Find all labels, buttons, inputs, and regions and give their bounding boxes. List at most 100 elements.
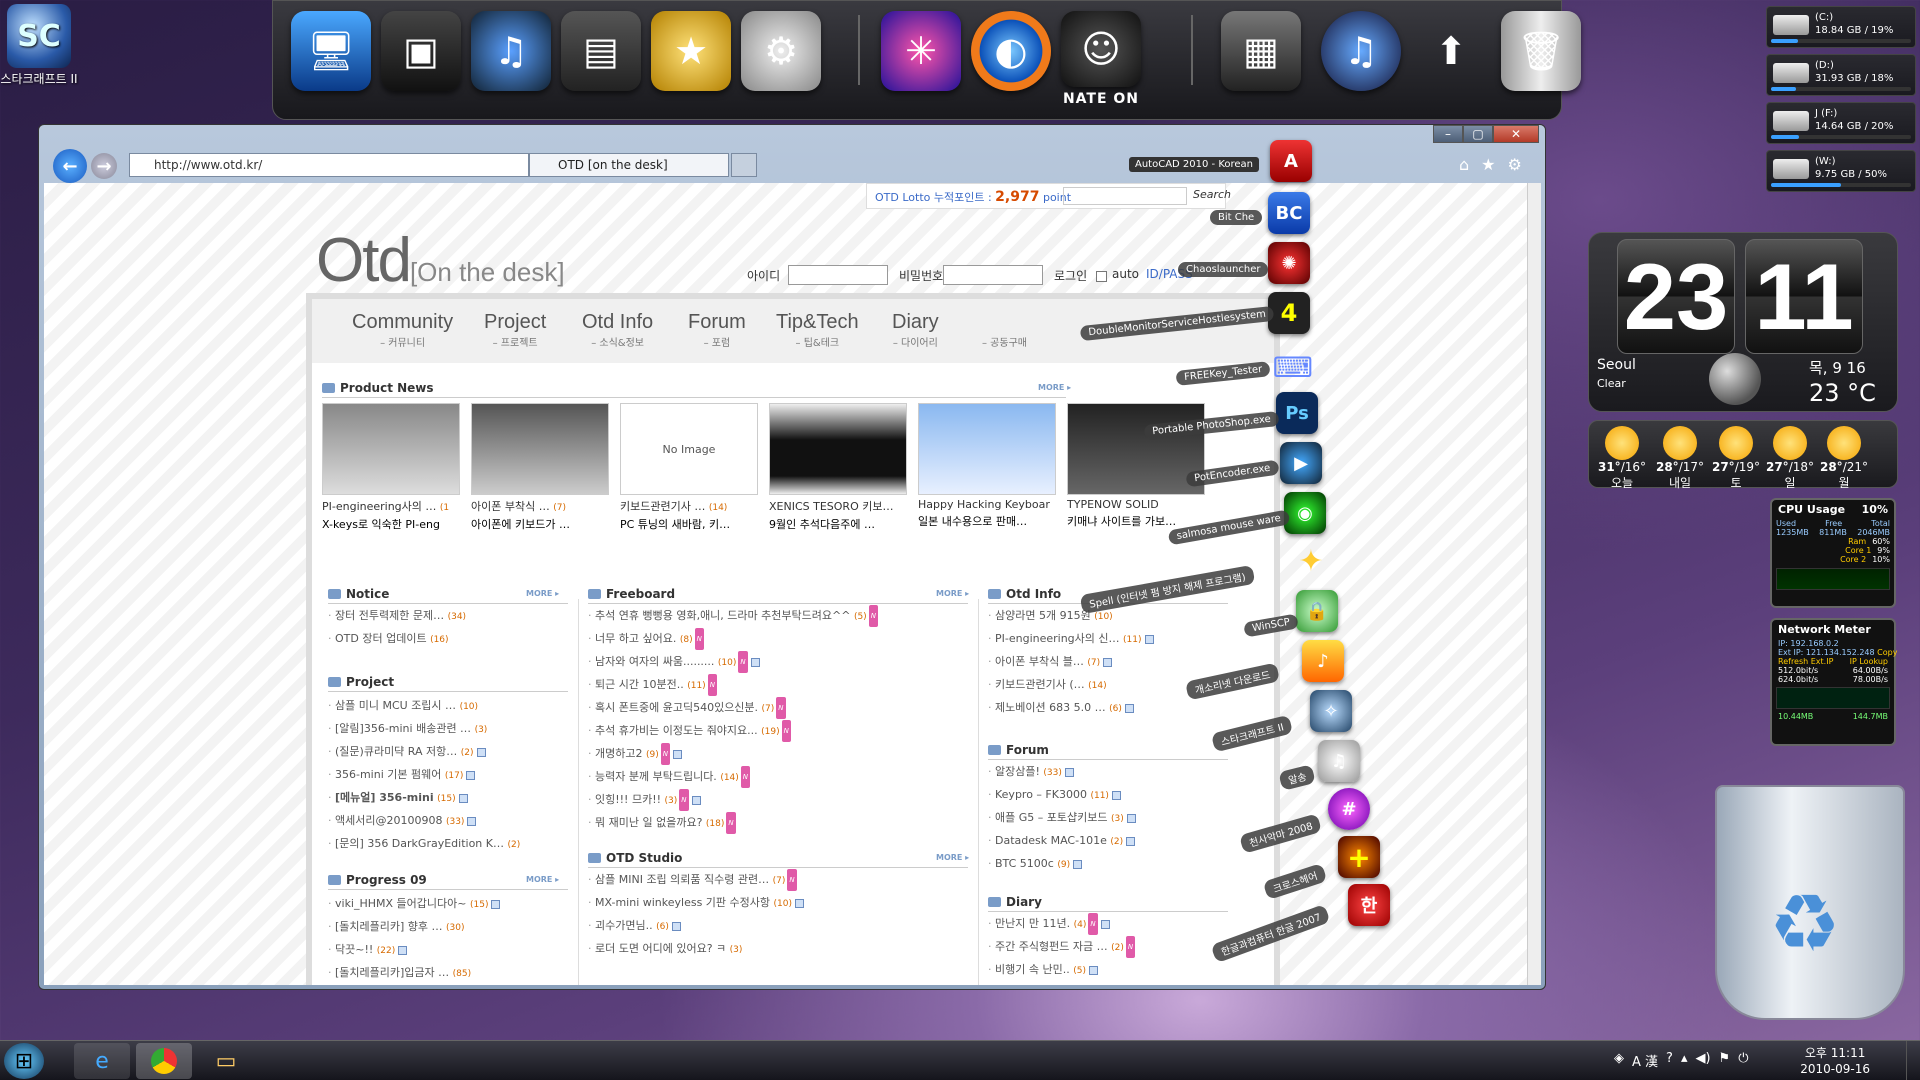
menu-forum[interactable]: Forum – 포럼 — [688, 311, 746, 349]
menu-tip-tech[interactable]: Tip&Tech – 팁&테크 — [776, 311, 859, 349]
list-item[interactable]: PI-engineering사의 신… (11) — [988, 628, 1154, 651]
list-item[interactable]: 키보드관련기사 (… (14) — [988, 674, 1154, 697]
autocad-launcher-icon[interactable]: A — [1270, 140, 1312, 182]
list-item[interactable]: 삼양라면 5개 915원 (10) — [988, 605, 1154, 628]
list-item[interactable]: 퇴근 시간 10분전.. (11)N — [588, 674, 878, 697]
tray-chevron-icon[interactable]: ▴ — [1681, 1051, 1688, 1070]
dock-rocket[interactable]: ⬆ — [1407, 11, 1495, 107]
back-button[interactable]: ← — [53, 149, 87, 183]
site-logo[interactable]: Otd[On the desk] — [316, 225, 565, 296]
list-item[interactable]: 제노베이션 683 5.0 … (6) — [988, 697, 1154, 720]
home-icon[interactable]: ⌂ — [1459, 155, 1469, 174]
freeboard-more[interactable]: MORE ▸ — [936, 589, 969, 598]
list-item[interactable]: [문의] 356 DarkGrayEdition K… (2) — [328, 833, 520, 856]
site-search-input[interactable] — [1063, 187, 1187, 205]
dock-itunes[interactable]: ♫ — [1317, 11, 1405, 107]
list-item[interactable]: MX-mini winkeyless 기판 수정사항 (10) — [588, 892, 805, 915]
auto-login-checkbox[interactable] — [1096, 271, 1107, 282]
dock-trash[interactable]: 🗑 — [1497, 11, 1585, 107]
list-item[interactable]: Datadesk MAC-101e (2) — [988, 830, 1136, 853]
angel-devil-icon[interactable]: # — [1328, 788, 1370, 830]
power-icon[interactable]: ⏻ — [1738, 1051, 1748, 1070]
dock-imovie[interactable]: ★ — [647, 11, 735, 107]
list-item[interactable]: [메뉴얼] 356-mini (15) — [328, 787, 520, 810]
help-icon[interactable]: ? — [1666, 1051, 1673, 1070]
dock-app-stack[interactable]: ▦ — [1217, 11, 1305, 107]
desktop-icon-starcraft[interactable]: SC 스타크래프트 II — [0, 4, 78, 87]
recycle-bin-icon[interactable]: ♻ — [1715, 785, 1905, 1020]
menu-otd-info[interactable]: Otd Info – 소식&정보 — [582, 311, 653, 349]
product-card[interactable]: XENICS TESORO 키보… 9월인 추석다음주에 … — [769, 403, 907, 532]
list-item[interactable]: viki_HHMX 들어갑니다아~ (15) — [328, 893, 501, 916]
minimize-button[interactable]: – — [1433, 125, 1463, 143]
taskbar-clock[interactable]: 오후 11:11 2010-09-16 — [1800, 1045, 1870, 1077]
close-button[interactable]: ✕ — [1493, 125, 1539, 143]
list-item[interactable]: 액세서리@20100908 (33) — [328, 810, 520, 833]
list-item[interactable]: 혹시 폰트중에 윤고딕540있으신분. (7)N — [588, 697, 878, 720]
id-input[interactable] — [788, 265, 888, 285]
list-item[interactable]: 아이폰 부착식 블… (7) — [988, 651, 1154, 674]
list-item[interactable]: 개명하고2 (9)N — [588, 743, 878, 766]
dock-media-center[interactable]: ▣ — [377, 11, 465, 107]
list-item[interactable]: 남자와 여자의 싸움......... (10)N — [588, 651, 878, 674]
list-item[interactable]: Keypro – FK3000 (11) — [988, 784, 1136, 807]
product-news-more[interactable]: MORE ▸ — [1038, 383, 1071, 392]
list-item[interactable]: 장터 전투력제한 문제… (34) — [328, 605, 466, 628]
list-item[interactable]: BTC 5100c (9) — [988, 853, 1136, 876]
taskbar-ie[interactable]: e — [74, 1043, 130, 1079]
product-card[interactable]: Happy Hacking Keyboar 일본 내수용으로 판매… — [918, 403, 1056, 529]
network-tray-icon[interactable]: ◈ — [1614, 1051, 1624, 1070]
network-copy-link[interactable]: Copy — [1877, 648, 1897, 657]
network-refresh-link[interactable]: Refresh Ext.IP — [1778, 657, 1833, 666]
list-item[interactable]: (질문)큐라미댝 RA 저항… (2) — [328, 741, 520, 764]
login-button[interactable]: 로그인 — [1054, 267, 1087, 284]
volume-icon[interactable]: ◀) — [1695, 1051, 1710, 1070]
list-item[interactable]: 뭐 재미난 일 없을까요? (18)N — [588, 812, 878, 835]
menu-project[interactable]: Project – 프로젝트 — [484, 311, 546, 349]
list-item[interactable]: 능력자 분께 부탁드립니다. (14)N — [588, 766, 878, 789]
new-tab-button[interactable] — [731, 153, 757, 177]
progress-more[interactable]: MORE ▸ — [526, 875, 559, 884]
list-item[interactable]: 닥끗~!! (22) — [328, 939, 500, 962]
list-item[interactable]: [돌치레플리카] 향후 … (30) — [328, 916, 500, 939]
forward-button[interactable]: → — [91, 153, 117, 179]
starcraft-launcher-icon[interactable]: ✧ — [1310, 690, 1352, 732]
gamepad-icon[interactable]: ⌨ — [1272, 346, 1314, 388]
address-bar[interactable]: http://www.otd.kr/ — [129, 153, 529, 177]
list-item[interactable]: 알장삼플! (33) — [988, 761, 1136, 784]
list-item[interactable]: 356-mini 기본 펌웨어 (17) — [328, 764, 520, 787]
magic-wand-icon[interactable]: ✦ — [1290, 540, 1332, 582]
settings-icon[interactable]: ⚙ — [1508, 155, 1522, 174]
taskbar-chrome[interactable] — [136, 1043, 192, 1079]
crosshair-icon[interactable]: + — [1338, 836, 1380, 878]
menu-group-buy[interactable]: – 공동구매 — [982, 311, 1027, 349]
notice-more[interactable]: MORE ▸ — [526, 589, 559, 598]
ime-indicator[interactable]: A 漢 — [1632, 1051, 1658, 1070]
list-item[interactable]: [알림]356-mini 배송관련 … (3) — [328, 718, 520, 741]
list-item[interactable]: 만난지 만 11년. (4)N — [988, 913, 1135, 936]
dock-computer[interactable]: 🖥 — [287, 11, 375, 107]
password-input[interactable] — [943, 265, 1043, 285]
chaoslauncher-icon[interactable]: ✺ — [1268, 242, 1310, 284]
list-item[interactable]: 애플 G5 – 포토샵키보드 (3) — [988, 807, 1136, 830]
show-desktop-button[interactable] — [1906, 1041, 1920, 1080]
list-item[interactable]: 너무 하고 싶어요. (8)N — [588, 628, 878, 651]
dock-music[interactable]: ♫ — [467, 11, 555, 107]
site-search-button[interactable]: Search — [1193, 188, 1231, 201]
dock-automator[interactable]: ⚙ — [737, 11, 825, 107]
studio-more[interactable]: MORE ▸ — [936, 853, 969, 862]
alsong-icon[interactable]: ♫ — [1318, 740, 1360, 782]
list-item[interactable]: 삼플 미니 MCU 조립시 … (10) — [328, 695, 520, 718]
list-item[interactable]: 로더 도면 어디에 있어요? ㅋ (3) — [588, 938, 804, 961]
list-item[interactable]: 삼플 MINI 조립 의뢰품 직수령 관련… (7)N — [588, 869, 804, 892]
list-item[interactable]: 잇힝!!! 므카!! (3)N — [588, 789, 878, 812]
dock-rainbow-app[interactable]: ✳ — [877, 11, 965, 107]
menu-diary[interactable]: Diary – 다이어리 — [892, 311, 939, 349]
dock-nateon[interactable]: ☺ NATE ON — [1057, 11, 1145, 107]
favorites-icon[interactable]: ★ — [1481, 155, 1495, 174]
dock-firefox[interactable]: ◐ — [967, 11, 1055, 107]
start-button[interactable]: ⊞ — [4, 1043, 44, 1079]
menu-community[interactable]: Community – 커뮤니티 — [352, 311, 453, 349]
list-item[interactable]: OTD 장터 업데이트 (16) — [328, 628, 466, 651]
maximize-button[interactable]: ▢ — [1463, 125, 1493, 143]
